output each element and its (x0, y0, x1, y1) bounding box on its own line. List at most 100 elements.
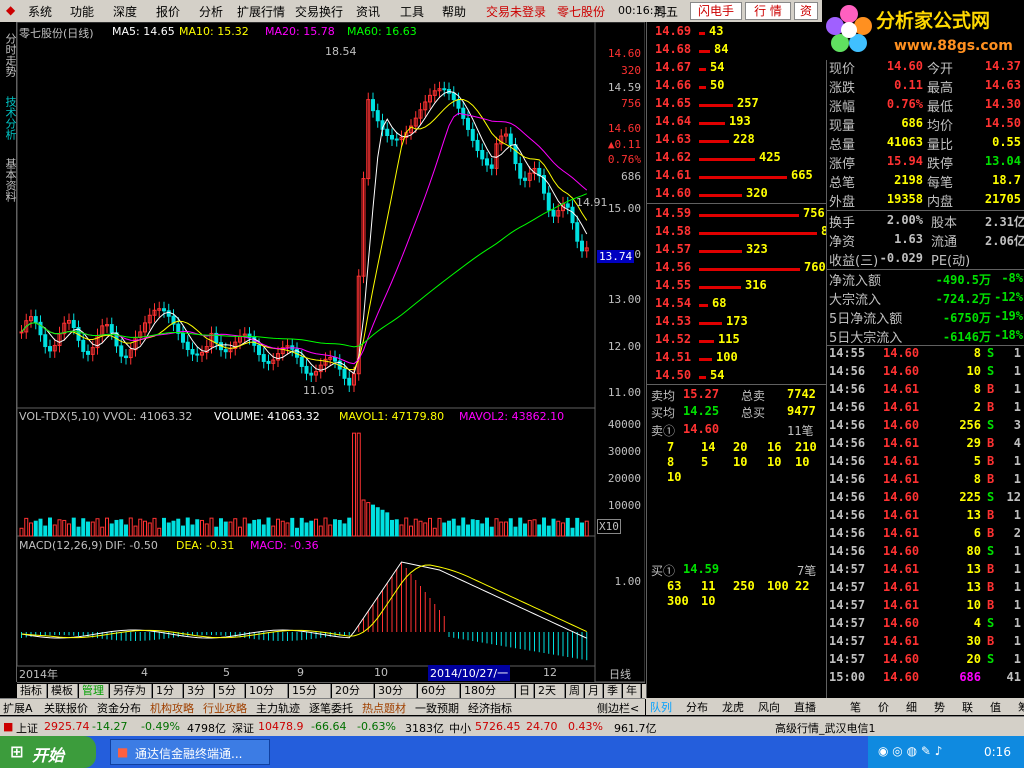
total-sell-label: 总卖 (741, 389, 766, 403)
ask-price[interactable]: 14.61 (655, 168, 691, 182)
right-tab-6[interactable]: 价 (878, 699, 889, 715)
period-button-12[interactable]: 180分 (461, 684, 515, 699)
ask-price[interactable]: 14.66 (655, 78, 691, 92)
info-button[interactable]: 资 (794, 2, 818, 20)
ask-price[interactable]: 14.67 (655, 60, 691, 74)
period-button-3[interactable]: 另存为 (110, 684, 152, 699)
function-tab-1[interactable]: 关联报价 (44, 700, 88, 716)
ask-price[interactable]: 14.69 (655, 24, 691, 38)
period-button-17[interactable]: 季 (604, 684, 622, 699)
bid-price[interactable]: 14.56 (655, 260, 691, 274)
menu-help[interactable]: 帮助 (442, 3, 466, 20)
right-tab-5[interactable]: 笔 (850, 699, 861, 715)
right-tab-11[interactable]: 筹 (1018, 699, 1024, 715)
trade-login-status[interactable]: 交易未登录 (486, 3, 546, 20)
bid-price[interactable]: 14.53 (655, 314, 691, 328)
quote-divider (827, 210, 1024, 211)
period-button-15[interactable]: 周 (566, 684, 584, 699)
period-button-2[interactable]: 管理 (79, 684, 109, 699)
function-tab-6[interactable]: 逐笔委托 (309, 700, 353, 716)
ask-price[interactable]: 14.62 (655, 150, 691, 164)
right-tab-9[interactable]: 联 (962, 699, 973, 715)
tab-technical[interactable]: 技术分析 (1, 90, 17, 146)
tab-intraday[interactable]: 分时走势 (1, 26, 17, 84)
quote-button[interactable]: 行 情 (745, 2, 791, 20)
bid-price[interactable]: 14.57 (655, 242, 691, 256)
bid-price[interactable]: 14.50 (655, 368, 691, 382)
ask-volume-bar (699, 176, 787, 179)
period-button-10[interactable]: 30分 (375, 684, 417, 699)
menu-system[interactable]: 系统 (28, 3, 52, 20)
right-tab-0[interactable]: 队列 (650, 699, 672, 715)
flash-trade-button[interactable]: 闪电手 (690, 2, 742, 20)
ask-price[interactable]: 14.64 (655, 114, 691, 128)
function-tab-2[interactable]: 资金分布 (97, 700, 141, 716)
bid-price[interactable]: 14.55 (655, 278, 691, 292)
period-button-11[interactable]: 60分 (418, 684, 460, 699)
function-tab-9[interactable]: 经济指标 (468, 700, 512, 716)
function-tab-3[interactable]: 机构攻略 (150, 700, 194, 716)
tick-side: S (987, 652, 995, 666)
function-tab-7[interactable]: 热点题材 (362, 700, 406, 716)
volume-bar (390, 519, 394, 537)
ask-price[interactable]: 14.60 (655, 186, 691, 200)
period-button-8[interactable]: 15分 (289, 684, 331, 699)
quote-label-2: 最低 (927, 100, 954, 115)
function-tab-5[interactable]: 主力轨迹 (256, 700, 300, 716)
quote-value: 1.63 (894, 232, 923, 246)
period-button-9[interactable]: 20分 (332, 684, 374, 699)
period-button-6[interactable]: 5分 (215, 684, 245, 699)
bid-price[interactable]: 14.58 (655, 224, 691, 238)
kline-chart[interactable]: 零七股份(日线) MA5: 14.65 MA10: 15.32 MA20: 15… (17, 22, 645, 682)
menu-trade-switch[interactable]: 交易换行 (295, 3, 343, 20)
period-button-16[interactable]: 月 (585, 684, 603, 699)
ask-price[interactable]: 14.63 (655, 132, 691, 146)
period-button-4[interactable]: 1分 (153, 684, 183, 699)
server-label[interactable]: 高级行情_武汉电信1 (775, 720, 876, 736)
ask-price[interactable]: 14.68 (655, 42, 691, 56)
tick-volume: 13 (966, 508, 981, 522)
menu-function[interactable]: 功能 (70, 3, 94, 20)
menu-tools[interactable]: 工具 (400, 3, 424, 20)
function-tab-4[interactable]: 行业攻略 (203, 700, 247, 716)
tick-price: 14.60 (883, 490, 920, 504)
taskbar-app-item[interactable]: ■ 通达信金融终端通... (110, 739, 270, 765)
right-tab-3[interactable]: 风向 (758, 699, 780, 715)
period-button-14[interactable]: 2天 (535, 684, 565, 699)
start-button[interactable]: ⊞ 开始 (0, 736, 96, 768)
function-tab-0[interactable]: 扩展A (3, 700, 33, 716)
right-tab-8[interactable]: 势 (934, 699, 945, 715)
ask-price[interactable]: 14.65 (655, 96, 691, 110)
bid-price[interactable]: 14.51 (655, 350, 691, 364)
flow-pct: -19% (994, 309, 1023, 323)
menu-quote[interactable]: 报价 (156, 3, 180, 20)
menu-depth[interactable]: 深度 (113, 3, 137, 20)
tray-icons[interactable]: ◉ ◎ ◍ ✎ ♪ (878, 744, 942, 758)
right-tab-4[interactable]: 直播 (794, 699, 816, 715)
period-button-5[interactable]: 3分 (184, 684, 214, 699)
function-tab-8[interactable]: 一致预期 (415, 700, 459, 716)
tick-count: 1 (1013, 364, 1021, 378)
period-button-7[interactable]: 10分 (246, 684, 288, 699)
volume-bar (413, 518, 418, 537)
menu-news[interactable]: 资讯 (356, 3, 380, 20)
menu-ext-market[interactable]: 扩展行情 (237, 3, 285, 20)
volume-bar (523, 523, 527, 537)
period-button-0[interactable]: 指标 (17, 684, 47, 699)
tick-count: 4 (1013, 436, 1021, 450)
right-tab-10[interactable]: 值 (990, 699, 1001, 715)
period-button-18[interactable]: 年 (623, 684, 641, 699)
right-tab-1[interactable]: 分布 (686, 699, 708, 715)
bid-price[interactable]: 14.54 (655, 296, 691, 310)
tab-fundamentals[interactable]: 基本资料 (1, 152, 17, 208)
period-button-1[interactable]: 模板 (48, 684, 78, 699)
menu-analysis[interactable]: 分析 (199, 3, 223, 20)
period-button-13[interactable]: 日 (516, 684, 534, 699)
right-tab-7[interactable]: 细 (906, 699, 917, 715)
flow-label: 大宗流入 (829, 293, 882, 308)
right-tab-2[interactable]: 龙虎 (722, 699, 744, 715)
bid-price[interactable]: 14.59 (655, 206, 691, 220)
macd-series (21, 561, 588, 661)
sidebar-toggle-label[interactable]: 侧边栏< (597, 700, 639, 716)
bid-price[interactable]: 14.52 (655, 332, 691, 346)
